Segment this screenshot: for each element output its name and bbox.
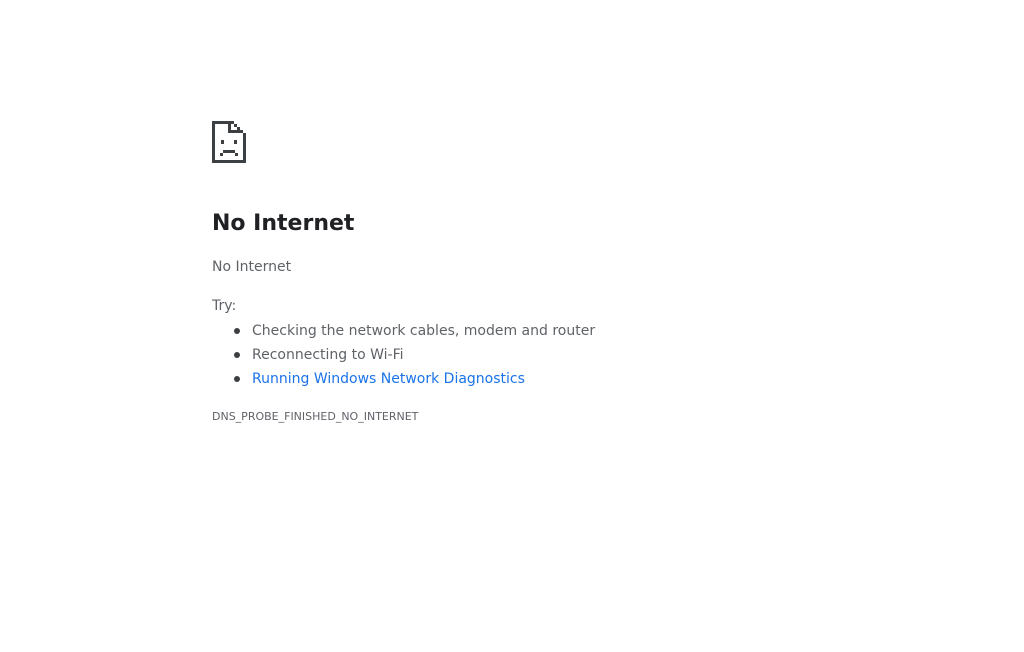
network-diagnostics-link[interactable]: Running Windows Network Diagnostics xyxy=(252,371,525,387)
error-content: No Internet No Internet Try: Checking th… xyxy=(212,121,812,423)
error-page: No Internet No Internet Try: Checking th… xyxy=(0,0,1024,652)
bullet-icon xyxy=(234,376,240,382)
bullet-icon xyxy=(234,328,240,334)
sad-document-icon xyxy=(212,121,246,163)
suggestion-network-diagnostics: Running Windows Network Diagnostics xyxy=(212,367,595,391)
suggestion-text: Reconnecting to Wi-Fi xyxy=(252,347,404,363)
try-label: Try: xyxy=(212,298,237,314)
suggestions-list: Checking the network cables, modem and r… xyxy=(212,319,595,391)
page-title: No Internet xyxy=(212,211,355,236)
suggestion-check-cables: Checking the network cables, modem and r… xyxy=(212,319,595,343)
suggestion-reconnect-wifi: Reconnecting to Wi-Fi xyxy=(212,343,595,367)
error-subtitle: No Internet xyxy=(212,259,292,275)
error-code: DNS_PROBE_FINISHED_NO_INTERNET xyxy=(212,410,419,423)
bullet-icon xyxy=(234,352,240,358)
suggestion-text: Checking the network cables, modem and r… xyxy=(252,323,596,339)
